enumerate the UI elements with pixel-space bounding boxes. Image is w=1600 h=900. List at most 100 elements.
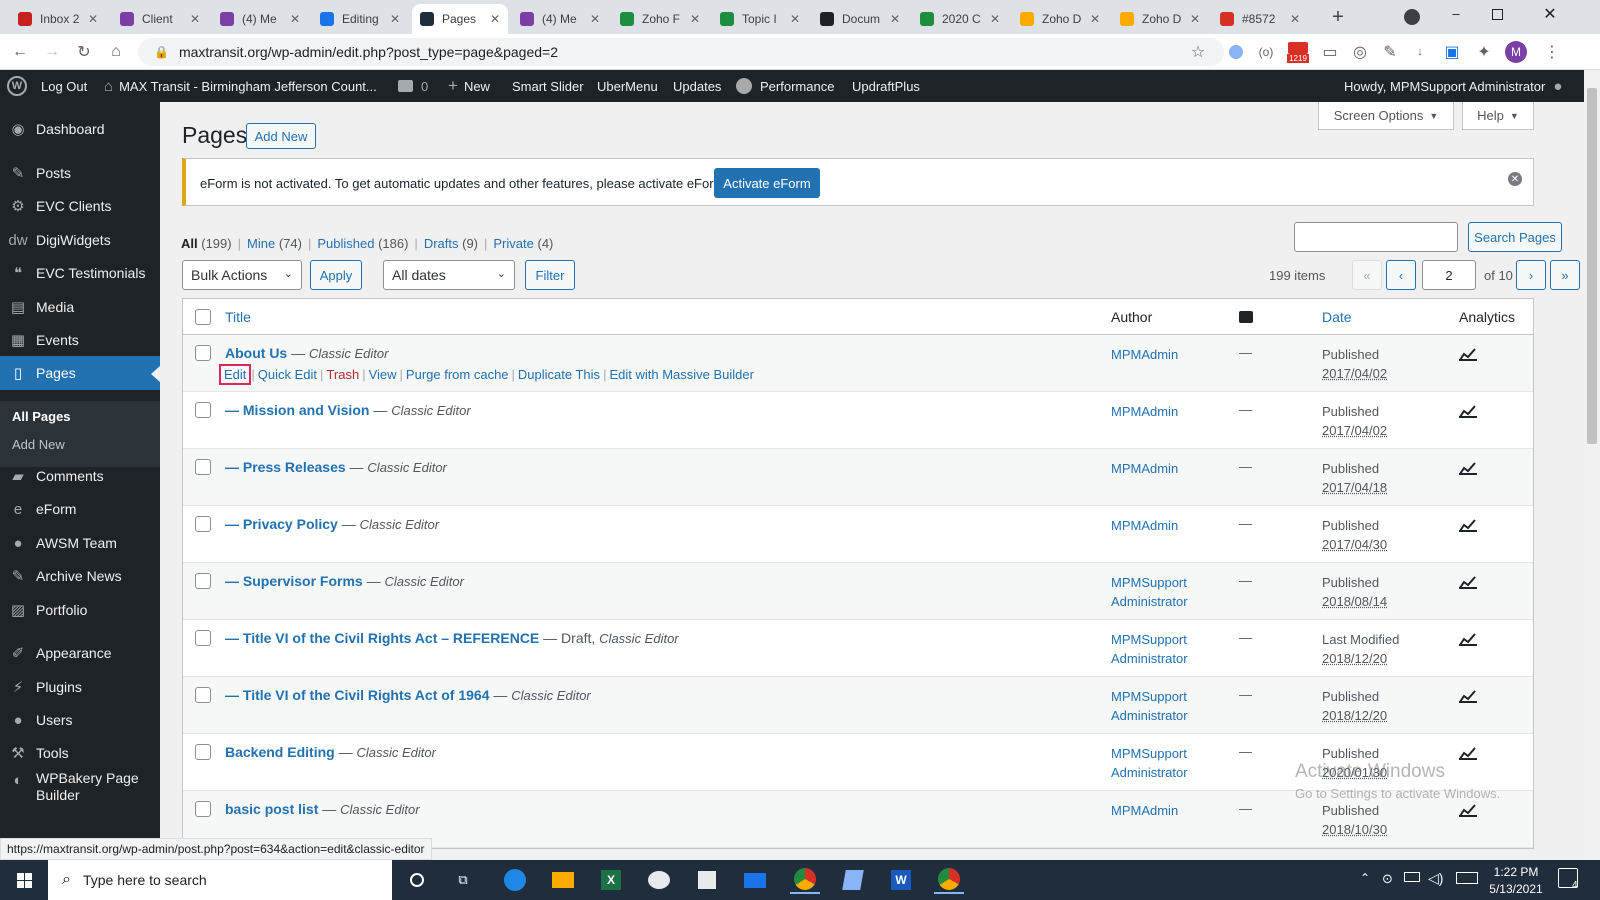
column-date-header[interactable]: Date [1322,309,1352,325]
apply-button[interactable]: Apply [310,260,362,290]
clock-date[interactable]: 5/13/2021 [1484,882,1548,896]
row-author-link[interactable]: MPMAdmin [1111,801,1221,820]
sidebar-item-users[interactable]: ● Users [0,703,160,737]
analytics-chart-icon[interactable] [1459,347,1477,361]
new-tab-button[interactable]: + [1326,6,1350,30]
current-page-input[interactable]: 2 [1422,260,1476,290]
reload-icon[interactable]: ↻ [72,40,96,64]
column-title-header[interactable]: Title [225,309,251,325]
row-title-link[interactable]: — Press Releases — Classic Editor [225,459,447,475]
sidebar-item-dashboard[interactable]: ◉ Dashboard [0,112,160,146]
browser-tab[interactable]: Zoho F ✕ [612,4,708,34]
filter-published[interactable]: Published (186) [317,236,408,251]
search-pages-input[interactable] [1294,222,1458,252]
sidebar-item-plugins[interactable]: ⚡ Plugins [0,670,160,704]
row-author-link[interactable]: MPMSupport Administrator [1111,630,1221,668]
tab-close-icon[interactable]: ✕ [290,12,300,26]
filter-drafts[interactable]: Drafts (9) [424,236,478,251]
filter-all[interactable]: All (199) [181,236,232,251]
tab-close-icon[interactable]: ✕ [88,12,98,26]
sidebar-item-posts[interactable]: ✎ Posts [0,156,160,190]
mail-badge-icon[interactable]: 1219 [1284,40,1312,64]
back-arrow-icon[interactable]: ← [8,40,32,64]
row-author-link[interactable]: MPMAdmin [1111,516,1221,535]
filter-private[interactable]: Private (4) [493,236,553,251]
row-action-view[interactable]: View [366,367,400,385]
clock-time[interactable]: 1:22 PM [1488,865,1544,879]
submenu-add-new[interactable]: Add New [12,437,65,452]
browser-tab[interactable]: 2020 C ✕ [912,4,1008,34]
chrome-icon[interactable] [934,866,964,894]
row-author-link[interactable]: MPMSupport Administrator [1111,573,1221,611]
extension-icon[interactable]: ▭ [1318,40,1342,64]
sidebar-item-evc-clients[interactable]: ⚙ EVC Clients [0,189,160,223]
row-action-purge-from-cache[interactable]: Purge from cache [403,367,512,385]
extension-icon[interactable]: ▣ [1440,40,1464,64]
battery-icon[interactable] [1404,872,1420,882]
comments-link[interactable]: 0 [398,70,428,102]
close-window-button[interactable]: ✕ [1540,4,1560,24]
tab-close-icon[interactable]: ✕ [590,12,600,26]
address-bar[interactable]: 🔒 maxtransit.org/wp-admin/edit.php?post_… [138,38,1224,66]
smart-slider-link[interactable]: Smart Slider [512,70,584,102]
help-button[interactable]: Help ▼ [1462,102,1534,130]
sidebar-item-archive-news[interactable]: ✎ Archive News [0,559,160,593]
sidebar-item-appearance[interactable]: ✐ Appearance [0,636,160,670]
row-author-link[interactable]: MPMAdmin [1111,459,1221,478]
analytics-chart-icon[interactable] [1459,746,1477,760]
analytics-chart-icon[interactable] [1459,575,1477,589]
sidebar-item-eform[interactable]: e eForm [0,492,160,526]
sidebar-item-pages[interactable]: ▯ Pages [0,356,160,390]
tab-close-icon[interactable]: ✕ [190,12,200,26]
profile-avatar[interactable]: M [1504,40,1528,64]
row-action-trash[interactable]: Trash [323,367,362,385]
tab-search-icon[interactable] [1404,9,1420,25]
row-checkbox[interactable] [195,687,211,703]
analytics-chart-icon[interactable] [1459,404,1477,418]
sidebar-item-wpbakery-page-builder[interactable]: ◐ WPBakery Page Builder [0,770,160,810]
keyboard-icon[interactable] [1456,872,1478,884]
sidebar-item-digiwidgets[interactable]: dw DigiWidgets [0,223,160,257]
minimize-window-button[interactable]: – [1446,6,1466,26]
tab-close-icon[interactable]: ✕ [1090,12,1100,26]
analytics-chart-icon[interactable] [1459,689,1477,703]
browser-tab[interactable]: Pages ✕ [412,4,508,34]
forward-arrow-icon[interactable]: → [40,40,64,64]
row-title-link[interactable]: — Title VI of the Civil Rights Act – REF… [225,630,679,646]
row-action-edit[interactable]: Edit [219,364,252,385]
browser-tab[interactable]: Zoho D ✕ [1112,4,1208,34]
add-new-button[interactable]: Add New [246,123,316,149]
filter-button[interactable]: Filter [525,260,575,290]
bookmark-star-icon[interactable]: ☆ [1186,40,1210,64]
tab-close-icon[interactable]: ✕ [1190,12,1200,26]
browser-tab[interactable]: Zoho D ✕ [1012,4,1108,34]
analytics-chart-icon[interactable] [1459,803,1477,817]
tab-close-icon[interactable]: ✕ [690,12,700,26]
browser-tab[interactable]: Topic I ✕ [712,4,808,34]
windows-start-icon[interactable] [10,866,38,894]
cortana-icon[interactable] [402,866,432,894]
row-title-link[interactable]: About Us — Classic Editor [225,345,388,361]
howdy-account-link[interactable]: Howdy, MPMSupport Administrator ● [1344,70,1562,102]
camera-icon[interactable]: ◎ [1348,40,1372,64]
bulk-actions-select[interactable]: Bulk Actions ⌄ [182,260,302,290]
browser-tab[interactable]: Editing ✕ [312,4,408,34]
row-author-link[interactable]: MPMSupport Administrator [1111,687,1221,725]
eyedropper-icon[interactable]: ✎ [1378,40,1402,64]
row-title-link[interactable]: basic post list — Classic Editor [225,801,420,817]
chrome-icon[interactable] [790,866,820,894]
row-title-link[interactable]: — Privacy Policy — Classic Editor [225,516,439,532]
performance-link[interactable]: Performance [736,70,834,102]
sidebar-item-awsm-team[interactable]: ● AWSM Team [0,526,160,560]
row-title-link[interactable]: — Title VI of the Civil Rights Act of 19… [225,687,591,703]
row-author-link[interactable]: MPMAdmin [1111,402,1221,421]
tray-icon[interactable]: ⊙ [1382,871,1393,887]
row-checkbox[interactable] [195,516,211,532]
row-checkbox[interactable] [195,402,211,418]
file-explorer-icon[interactable] [548,866,578,894]
word-icon[interactable]: W [886,866,916,894]
all-dates-select[interactable]: All dates ⌄ [383,260,515,290]
prev-page-button[interactable]: ‹ [1386,260,1416,290]
extension-icon[interactable] [1224,40,1248,64]
tab-close-icon[interactable]: ✕ [990,12,1000,26]
